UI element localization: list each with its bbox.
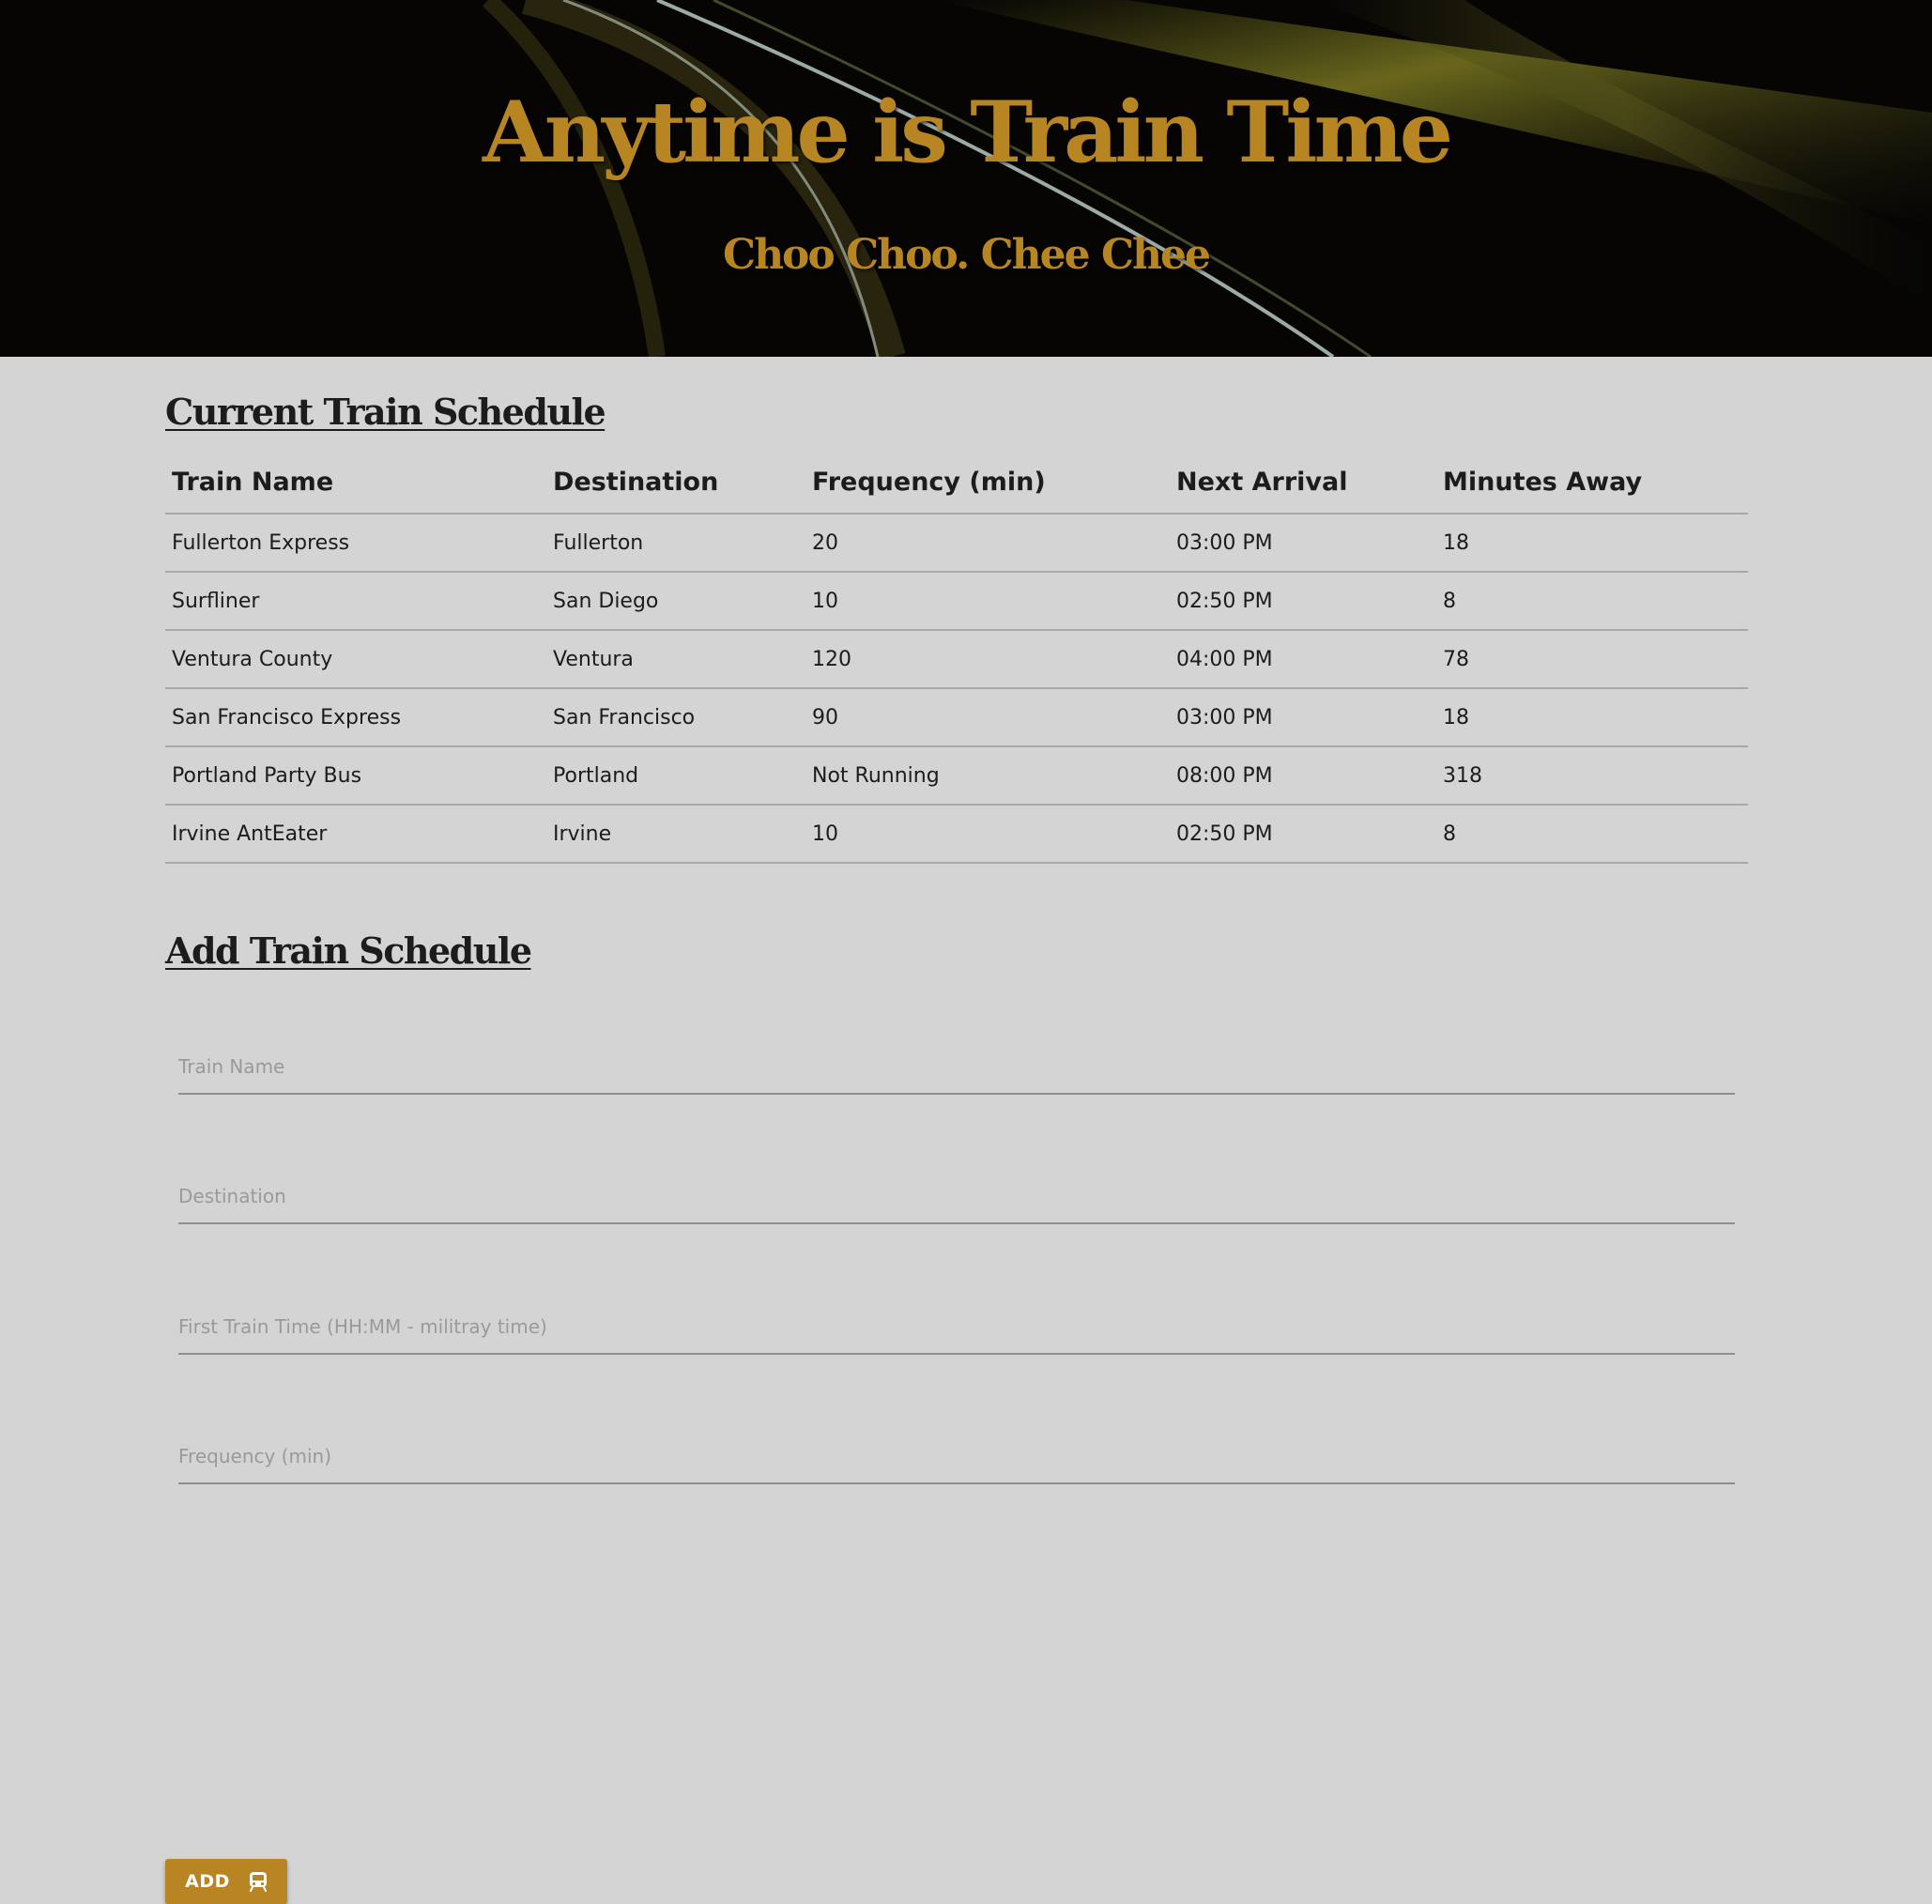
train-schedule-table: Train Name Destination Frequency (min) N… — [165, 451, 1748, 864]
cell-minutes-away: 8 — [1436, 805, 1748, 864]
cell-next-arrival: 02:50 PM — [1170, 805, 1436, 864]
cell-frequency: Not Running — [805, 746, 1170, 806]
cell-next-arrival: 02:50 PM — [1170, 572, 1436, 631]
destination-field — [178, 1170, 1735, 1226]
cell-next-arrival: 03:00 PM — [1170, 688, 1436, 747]
train-name-input[interactable] — [178, 1040, 1735, 1095]
column-header-destination: Destination — [546, 451, 805, 514]
page-title: Anytime is Train Time — [482, 83, 1453, 182]
cell-minutes-away: 18 — [1436, 688, 1748, 747]
schedule-section-title: Current Train Schedule — [165, 391, 606, 433]
cell-destination: San Diego — [546, 572, 805, 631]
train-name-field — [178, 1040, 1735, 1097]
table-row: Irvine AntEater Irvine 10 02:50 PM 8 — [165, 805, 1748, 864]
column-header-next-arrival: Next Arrival — [1170, 451, 1436, 514]
column-header-train-name: Train Name — [165, 451, 546, 514]
cell-destination: Ventura — [546, 630, 805, 689]
cell-minutes-away: 18 — [1436, 514, 1748, 573]
train-icon — [249, 1871, 268, 1892]
cell-destination: Portland — [546, 746, 805, 806]
cell-train-name: Portland Party Bus — [165, 746, 546, 806]
cell-frequency: 10 — [805, 572, 1170, 631]
cell-frequency: 20 — [805, 514, 1170, 573]
first-train-time-field — [178, 1300, 1735, 1357]
add-train-button[interactable]: ADD — [165, 1859, 287, 1904]
destination-input[interactable] — [178, 1170, 1735, 1224]
cell-minutes-away: 8 — [1436, 572, 1748, 631]
column-header-frequency: Frequency (min) — [805, 451, 1170, 514]
cell-minutes-away: 318 — [1436, 746, 1748, 806]
cell-minutes-away: 78 — [1436, 630, 1748, 689]
cell-next-arrival: 08:00 PM — [1170, 746, 1436, 806]
hero-banner: Anytime is Train Time Choo Choo. Chee Ch… — [0, 0, 1932, 357]
frequency-field — [178, 1430, 1735, 1486]
cell-train-name: Irvine AntEater — [165, 805, 546, 864]
cell-train-name: Surfliner — [165, 572, 546, 631]
column-header-minutes-away: Minutes Away — [1436, 451, 1748, 514]
table-row: Surfliner San Diego 10 02:50 PM 8 — [165, 572, 1748, 631]
table-row: Ventura County Ventura 120 04:00 PM 78 — [165, 630, 1748, 689]
first-train-time-input[interactable] — [178, 1300, 1735, 1355]
frequency-input[interactable] — [178, 1430, 1735, 1484]
table-row: San Francisco Express San Francisco 90 0… — [165, 688, 1748, 747]
cell-train-name: San Francisco Express — [165, 688, 546, 747]
cell-train-name: Ventura County — [165, 630, 546, 689]
table-row: Fullerton Express Fullerton 20 03:00 PM … — [165, 514, 1748, 573]
cell-next-arrival: 03:00 PM — [1170, 514, 1436, 573]
cell-frequency: 10 — [805, 805, 1170, 864]
cell-frequency: 120 — [805, 630, 1170, 689]
cell-destination: San Francisco — [546, 688, 805, 747]
table-header-row: Train Name Destination Frequency (min) N… — [165, 451, 1748, 514]
cell-next-arrival: 04:00 PM — [1170, 630, 1436, 689]
cell-train-name: Fullerton Express — [165, 514, 546, 573]
add-button-label: ADD — [185, 1871, 230, 1892]
cell-frequency: 90 — [805, 688, 1170, 747]
cell-destination: Irvine — [546, 805, 805, 864]
page-subtitle: Choo Choo. Chee Chee — [723, 231, 1211, 279]
add-schedule-section-title: Add Train Schedule — [165, 929, 532, 972]
table-row: Portland Party Bus Portland Not Running … — [165, 746, 1748, 806]
cell-destination: Fullerton — [546, 514, 805, 573]
